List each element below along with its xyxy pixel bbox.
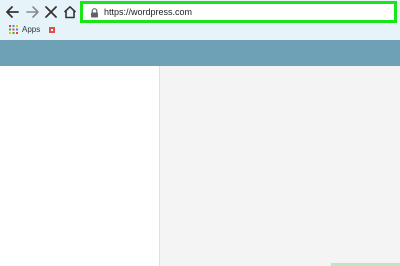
forward-button[interactable] — [25, 4, 41, 20]
close-icon — [45, 6, 57, 18]
back-button[interactable] — [4, 4, 20, 20]
apps-bookmark-label[interactable]: Apps — [22, 25, 40, 35]
home-icon — [63, 6, 77, 19]
arrow-right-icon — [26, 6, 39, 18]
bookmarks-bar — [0, 26, 400, 40]
address-url[interactable]: https://wordpress.com — [104, 6, 192, 18]
site-left-panel — [0, 66, 160, 266]
stop-loading-button[interactable] — [43, 4, 59, 20]
arrow-left-icon — [6, 6, 19, 18]
site-right-panel — [160, 66, 400, 266]
bookmark-favicon[interactable] — [49, 27, 55, 33]
home-button[interactable] — [62, 4, 78, 20]
lock-icon — [91, 8, 98, 18]
address-bar[interactable]: https://wordpress.com — [80, 1, 397, 23]
site-header-bar — [0, 40, 400, 66]
apps-grid-icon[interactable] — [9, 25, 18, 34]
